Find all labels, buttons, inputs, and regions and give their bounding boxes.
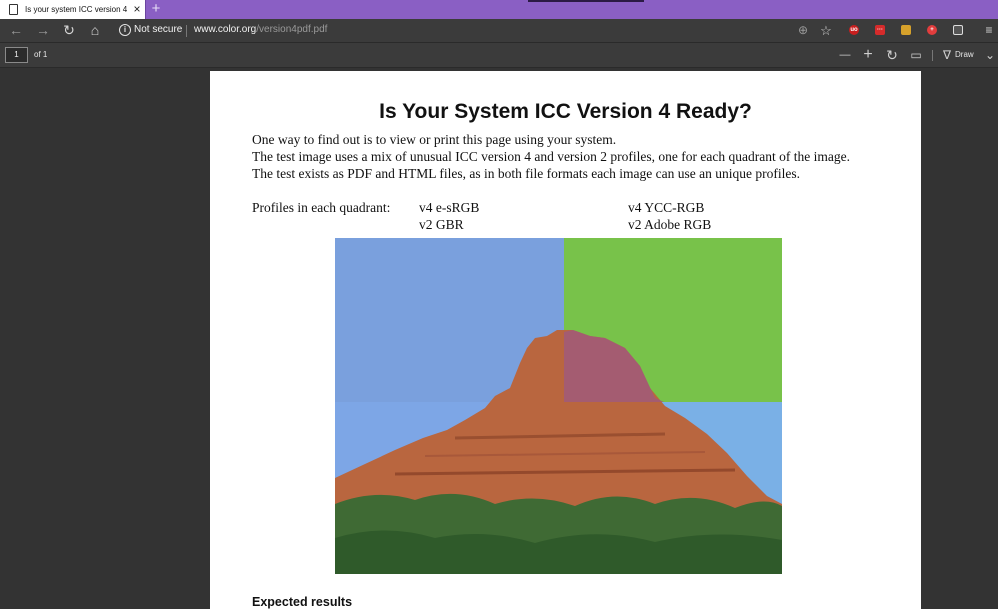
address-divider [186, 25, 187, 37]
page-number-input[interactable]: 1 [5, 47, 28, 63]
zoom-icon[interactable]: ⊕ [792, 19, 814, 42]
intro-paragraph-2: The test image uses a mix of unusual ICC… [252, 149, 850, 164]
ublock-extension-icon[interactable]: uo [849, 25, 859, 35]
rotate-icon[interactable]: ↻ [884, 46, 900, 64]
address-bar[interactable]: www.color.org/version4pdf.pdf [194, 23, 327, 37]
pdf-page: Is Your System ICC Version 4 Ready? One … [210, 71, 921, 609]
back-icon[interactable]: ← [5, 19, 27, 42]
icc-test-image [335, 238, 782, 574]
quadrant-top-right-profile: v4 YCC-RGB [628, 200, 705, 215]
window-drag-indicator [528, 0, 644, 2]
intro-paragraph-1: One way to find out is to view or print … [252, 132, 617, 147]
url-path: /version4pdf.pdf [256, 24, 328, 35]
pdf-toolbar: 1 of 1 — + ↻ ▭ ∇ Draw ⌄ [0, 43, 998, 68]
extension-red-icon[interactable]: ··· [875, 25, 885, 35]
new-tab-icon[interactable]: + [149, 0, 163, 19]
security-status[interactable]: Not secure [134, 23, 182, 37]
extension-window-icon[interactable] [953, 25, 963, 35]
navigation-bar: ← → ↻ ⌂ i Not secure www.color.org/versi… [0, 19, 998, 43]
extension-palette-icon[interactable] [901, 25, 911, 35]
tab-strip: Is your system ICC version 4 rea × + [0, 0, 998, 19]
forward-icon[interactable]: → [32, 19, 54, 42]
hub-icon[interactable]: ≡ [978, 19, 998, 42]
intro-paragraph-3: The test exists as PDF and HTML files, a… [252, 166, 800, 181]
extension-plus-icon[interactable]: + [927, 25, 937, 35]
info-icon[interactable]: i [119, 24, 131, 36]
url-domain: www.color.org [194, 24, 257, 35]
quadrant-bottom-left-profile: v2 GBR [419, 217, 464, 232]
page-title: Is Your System ICC Version 4 Ready? [379, 100, 752, 123]
draw-button[interactable]: Draw [955, 49, 974, 61]
toolbar-divider [932, 50, 933, 61]
home-icon[interactable]: ⌂ [84, 19, 106, 42]
page-total: of 1 [34, 50, 48, 59]
favorite-star-icon[interactable]: ☆ [815, 19, 837, 42]
draw-icon[interactable]: ∇ [939, 46, 955, 64]
browser-tab[interactable]: Is your system ICC version 4 rea × [0, 0, 146, 19]
fit-page-icon[interactable]: ▭ [908, 46, 924, 64]
chevron-down-icon[interactable]: ⌄ [982, 46, 998, 64]
refresh-icon[interactable]: ↻ [58, 19, 80, 42]
quadrant-bottom-right-profile: v2 Adobe RGB [628, 217, 712, 232]
profiles-label: Profiles in each quadrant: [252, 200, 391, 215]
zoom-out-icon[interactable]: — [837, 46, 853, 64]
close-tab-icon[interactable]: × [131, 2, 143, 16]
quadrant-top-left-profile: v4 e-sRGB [419, 200, 480, 215]
zoom-in-icon[interactable]: + [860, 46, 876, 64]
page-icon [9, 4, 18, 15]
expected-results-heading: Expected results [252, 595, 353, 609]
tab-title: Is your system ICC version 4 rea [25, 5, 129, 14]
